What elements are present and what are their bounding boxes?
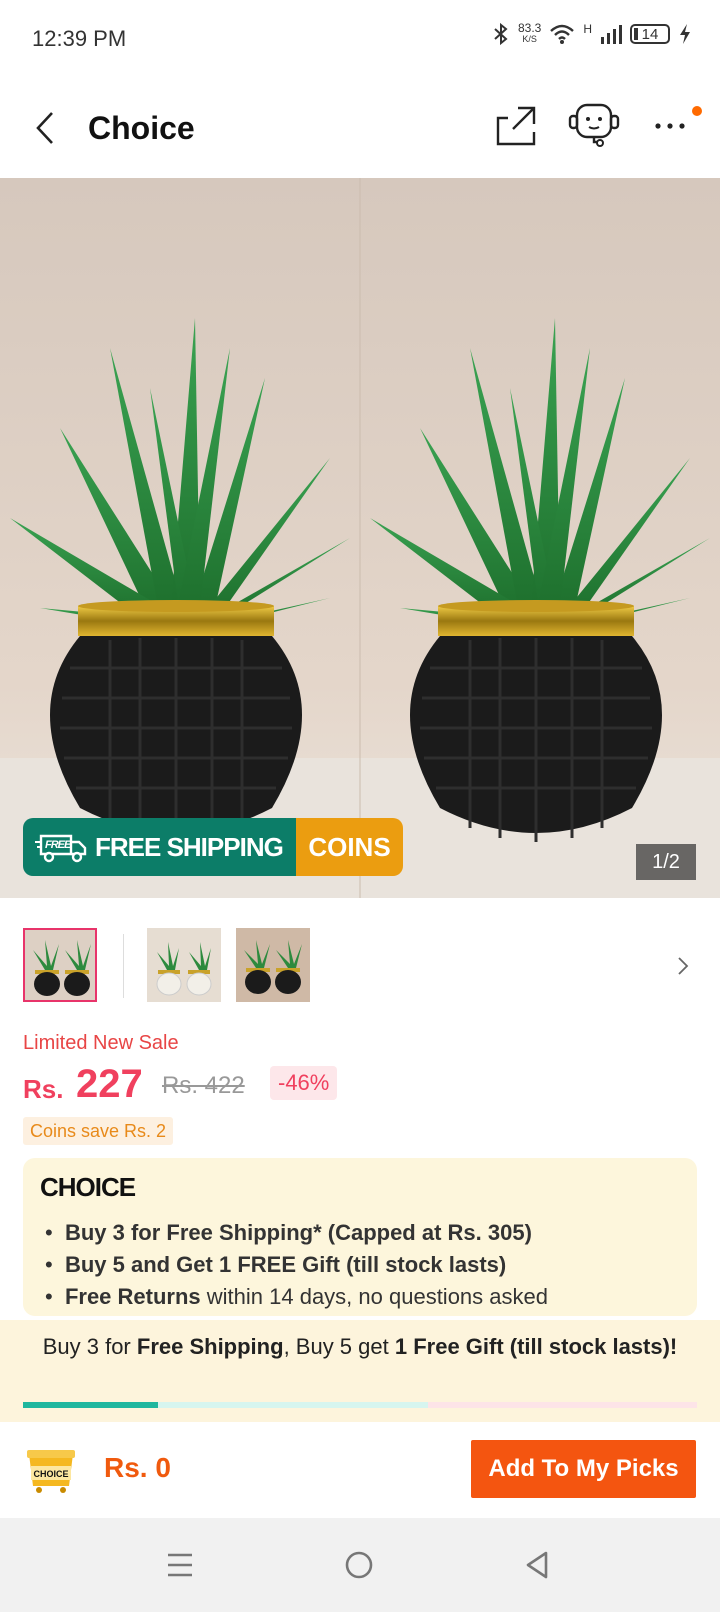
promo-banner: Buy 3 for Free Shipping, Buy 5 get 1 Fre… xyxy=(0,1320,720,1422)
thumbnail-divider xyxy=(123,934,124,998)
image-counter: 1/2 xyxy=(636,844,696,880)
bottom-bar: CHOICE Rs. 0 Add To My Picks xyxy=(0,1422,720,1518)
picks-total: Rs. 0 xyxy=(104,1452,171,1483)
add-to-picks-button[interactable]: Add To My Picks xyxy=(471,1440,696,1498)
original-price: Rs. 422 xyxy=(162,1072,245,1099)
promo-progress-bar xyxy=(23,1402,697,1408)
battery-icon: 14 xyxy=(630,24,670,44)
promo-text: Buy 3 for Free Shipping, Buy 5 get 1 Fre… xyxy=(42,1334,678,1359)
thumbnail-3[interactable] xyxy=(236,928,310,1002)
back-icon[interactable] xyxy=(34,110,58,146)
cart-choice-label: CHOICE xyxy=(33,1469,68,1479)
price-value: 227 xyxy=(76,1062,143,1106)
charging-icon xyxy=(680,24,690,44)
sale-label: Limited New Sale xyxy=(23,1032,179,1054)
status-icons: 83.3 K/S H 14 xyxy=(492,22,692,46)
coins-section: COINS xyxy=(296,818,403,876)
header: Choice xyxy=(0,80,720,178)
system-nav-bar xyxy=(0,1518,720,1612)
product-image[interactable]: FREE FREE SHIPPING COINS 1/2 xyxy=(0,178,720,898)
free-shipping-section: FREE FREE SHIPPING xyxy=(23,818,296,876)
free-shipping-text: FREE SHIPPING xyxy=(95,831,284,862)
benefit-item: • Buy 5 and Get 1 FREE Gift (till stock … xyxy=(45,1252,507,1277)
thumbnail-image xyxy=(25,930,95,1000)
signal-icon xyxy=(601,25,622,44)
discount-badge: -46% xyxy=(270,1066,338,1100)
network-speed: 83.3 K/S xyxy=(517,21,542,44)
notification-dot xyxy=(692,106,702,116)
back-nav-icon[interactable] xyxy=(524,1550,550,1580)
customer-service-icon[interactable] xyxy=(568,102,622,148)
badge-free-label: FREE xyxy=(45,839,72,851)
status-time: 12:39 PM xyxy=(32,26,127,51)
thumbnail-image xyxy=(147,928,221,1002)
product-photo xyxy=(0,178,720,898)
thumbnail-image xyxy=(236,928,310,1002)
more-icon xyxy=(655,123,685,129)
status-bar: 12:39 PM 83.3 K/S H 14 xyxy=(0,0,720,80)
menu-icon[interactable] xyxy=(166,1552,194,1578)
progress-segment xyxy=(428,1402,697,1408)
choice-logo: CHOICE xyxy=(40,1172,136,1202)
share-icon[interactable] xyxy=(496,106,536,146)
choice-cart-icon[interactable]: CHOICE xyxy=(23,1444,79,1494)
network-type: H xyxy=(583,22,592,36)
more-button[interactable] xyxy=(650,106,702,146)
coins-save-badge: Coins save Rs. 2 xyxy=(23,1117,174,1145)
benefit-item: • Buy 3 for Free Shipping* (Capped at Rs… xyxy=(45,1220,532,1245)
choice-benefits[interactable]: CHOICE • Buy 3 for Free Shipping* (Cappe… xyxy=(23,1158,697,1316)
price-currency: Rs. xyxy=(23,1074,64,1104)
truck-icon: FREE xyxy=(35,834,87,863)
wifi-icon xyxy=(550,24,575,44)
thumbnail-2[interactable] xyxy=(147,928,221,1002)
benefit-item: • Free Returns within 14 days, no questi… xyxy=(45,1284,548,1309)
bluetooth-icon xyxy=(494,22,508,46)
thumbnail-1[interactable] xyxy=(23,928,97,1002)
page-title: Choice xyxy=(88,110,195,146)
home-icon[interactable] xyxy=(344,1550,374,1580)
chevron-right-icon[interactable] xyxy=(676,956,690,976)
progress-fill xyxy=(23,1402,158,1408)
progress-segment xyxy=(158,1402,428,1408)
free-shipping-badge: FREE FREE SHIPPING COINS xyxy=(23,818,403,876)
thumbnail-strip xyxy=(0,898,720,1008)
